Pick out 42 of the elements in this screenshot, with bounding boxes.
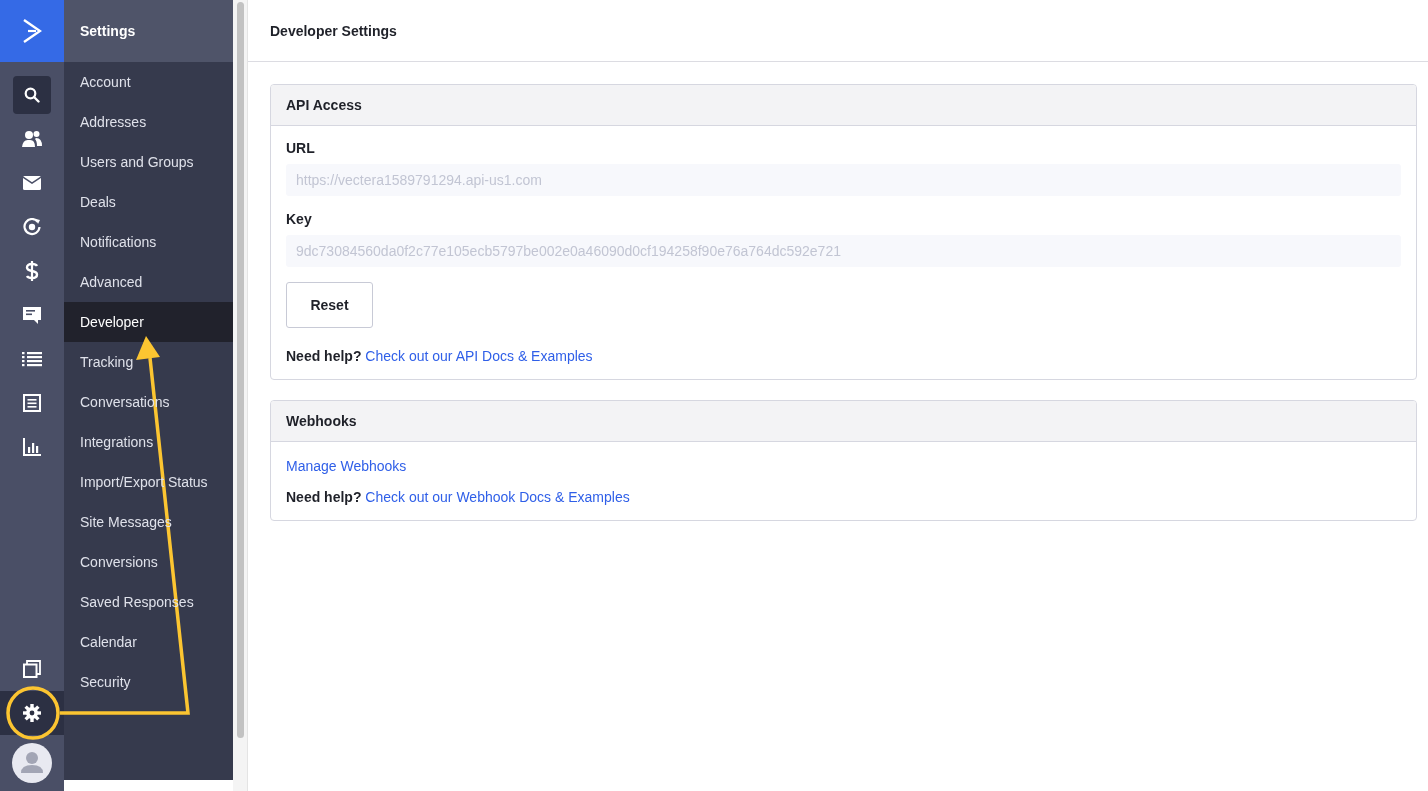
menu-item[interactable]: Account bbox=[64, 62, 233, 102]
settings-icon bbox=[23, 704, 41, 722]
list-icon bbox=[22, 351, 42, 367]
menu-item[interactable]: Integrations bbox=[64, 422, 233, 462]
logo-tile[interactable] bbox=[0, 0, 64, 62]
field-label: URL bbox=[286, 140, 316, 156]
scrollbar-thumb[interactable] bbox=[236, 2, 244, 738]
docs-link[interactable]: Check out our Webhook Docs & Examples bbox=[365, 489, 630, 505]
chevron-logo-icon bbox=[22, 18, 42, 44]
avatar-icon bbox=[12, 743, 52, 783]
help-text: Need help? Check out our Webhook Docs & Examples bbox=[286, 489, 631, 505]
card-title: Webhooks bbox=[286, 413, 357, 429]
search-icon bbox=[24, 87, 40, 103]
nav-button[interactable] bbox=[13, 76, 51, 114]
menu-item[interactable]: Users and Groups bbox=[64, 142, 233, 182]
menu-item[interactable]: Notifications bbox=[64, 222, 233, 262]
dollar-icon bbox=[25, 261, 39, 281]
chat-icon bbox=[23, 306, 41, 324]
card-title: API Access bbox=[286, 97, 362, 113]
menu-item[interactable]: Security bbox=[64, 662, 233, 702]
cycle-gear-icon bbox=[23, 218, 41, 236]
menu-title: Settings bbox=[80, 23, 136, 39]
menu-item[interactable]: Advanced bbox=[64, 262, 233, 302]
reset-button[interactable]: Reset bbox=[286, 282, 373, 328]
menu-item[interactable]: Conversions bbox=[64, 542, 233, 582]
menu-item[interactable]: Developer bbox=[64, 302, 233, 342]
menu-item[interactable]: Deals bbox=[64, 182, 233, 222]
menu-item[interactable]: Addresses bbox=[64, 102, 233, 142]
field-label: Key bbox=[286, 211, 313, 227]
menu-item[interactable]: Tracking bbox=[64, 342, 233, 382]
envelope-icon bbox=[23, 176, 41, 190]
stacked-squares-icon bbox=[23, 660, 41, 678]
help-text: Need help? Check out our API Docs & Examples bbox=[286, 348, 594, 364]
scrollbar[interactable] bbox=[233, 0, 248, 791]
docs-link[interactable]: Check out our API Docs & Examples bbox=[365, 348, 593, 364]
bar-chart-icon bbox=[23, 438, 41, 456]
people-icon bbox=[22, 130, 42, 148]
menu-item[interactable]: Calendar bbox=[64, 622, 233, 662]
document-icon bbox=[23, 394, 41, 412]
page-title: Developer Settings bbox=[270, 22, 397, 39]
manage-webhooks-link[interactable]: Manage Webhooks bbox=[286, 458, 407, 474]
highlight-ring bbox=[6, 686, 60, 740]
